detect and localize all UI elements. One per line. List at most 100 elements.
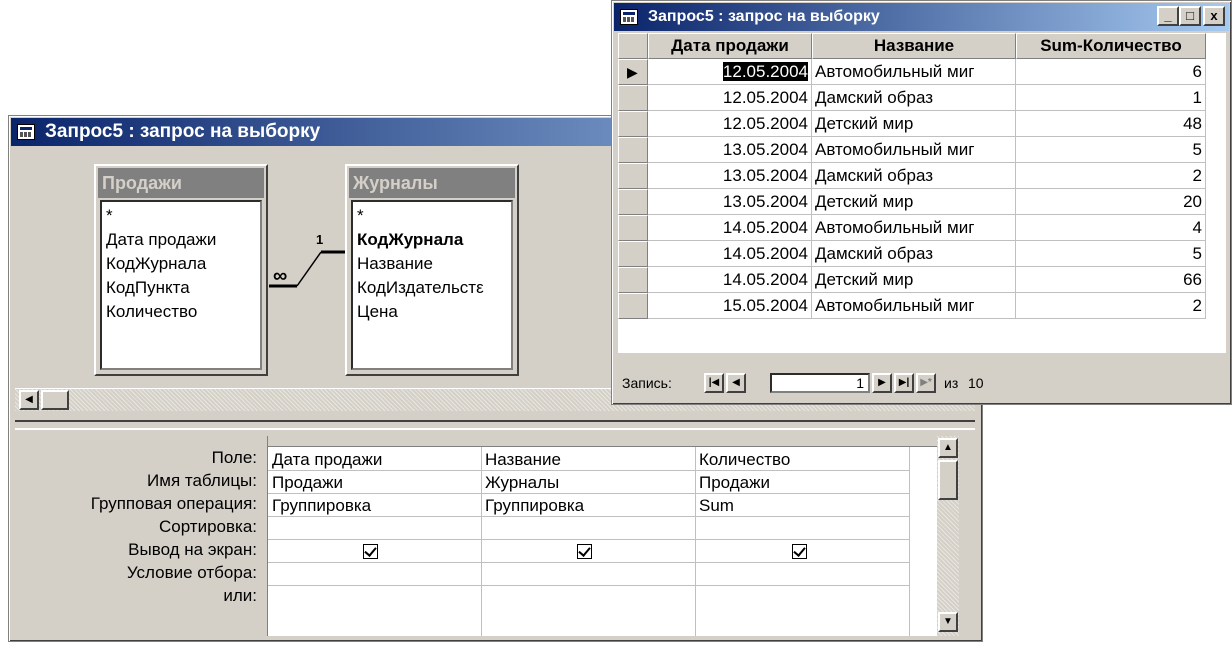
minimize-button[interactable]: _ <box>1157 6 1179 26</box>
cell-name[interactable]: Автомобильный миг <box>812 215 1016 241</box>
cell-sale-date[interactable]: 12.05.2004 <box>648 85 812 111</box>
cell-sum-quantity[interactable]: 2 <box>1016 293 1206 319</box>
field-item-price[interactable]: Цена <box>357 300 507 324</box>
datasheet-row[interactable]: 12.05.2004 Детский мир 48 <box>618 111 1226 137</box>
qbe-sort-cell[interactable] <box>695 517 909 540</box>
qbe-group-cell[interactable]: Группировка <box>481 494 695 517</box>
qbe-vscroll[interactable]: ▲ ▼ <box>937 436 959 636</box>
qbe-field-cell[interactable]: Название <box>481 448 695 471</box>
datasheet-row[interactable]: 14.05.2004 Детский мир 66 <box>618 267 1226 293</box>
field-item-name[interactable]: Название <box>357 252 507 276</box>
header-sum-quantity[interactable]: Sum-Количество <box>1016 33 1206 59</box>
record-number-input[interactable]: 1 <box>770 373 870 393</box>
cell-sale-date[interactable]: 13.05.2004 <box>648 189 812 215</box>
cell-sum-quantity[interactable]: 48 <box>1016 111 1206 137</box>
scroll-down-icon[interactable]: ▼ <box>938 612 958 632</box>
cell-sale-date[interactable]: 12.05.2004 <box>648 59 812 85</box>
cell-name[interactable]: Автомобильный миг <box>812 293 1016 319</box>
datasheet-row[interactable]: 14.05.2004 Автомобильный миг 4 <box>618 215 1226 241</box>
cell-name[interactable]: Дамский образ <box>812 85 1016 111</box>
record-selector[interactable] <box>618 111 648 137</box>
qbe-or-cell[interactable] <box>481 586 695 609</box>
field-item-quantity[interactable]: Количество <box>106 300 256 324</box>
cell-sum-quantity[interactable]: 2 <box>1016 163 1206 189</box>
qbe-column-4[interactable] <box>909 436 938 636</box>
cell-sale-date[interactable]: 13.05.2004 <box>648 163 812 189</box>
cell-name[interactable]: Детский мир <box>812 111 1016 137</box>
column-selector[interactable] <box>481 436 695 447</box>
field-item-publisher-code[interactable]: КодИздательстε <box>357 276 507 300</box>
qbe-criteria-cell[interactable] <box>481 563 695 586</box>
scroll-up-icon[interactable]: ▲ <box>938 438 958 458</box>
new-record-icon[interactable]: ▶* <box>916 373 936 393</box>
record-selector[interactable] <box>618 163 648 189</box>
show-checkbox[interactable] <box>792 544 807 559</box>
record-selector[interactable] <box>618 293 648 319</box>
field-list-title[interactable]: Продажи <box>98 168 264 198</box>
record-selector[interactable] <box>618 267 648 293</box>
cell-sum-quantity[interactable]: 4 <box>1016 215 1206 241</box>
datasheet-row[interactable]: 13.05.2004 Дамский образ 2 <box>618 163 1226 189</box>
field-item-journal-code-key[interactable]: КодЖурнала <box>357 228 507 252</box>
qbe-column-2[interactable]: Название Журналы Группировка <box>481 436 696 636</box>
qbe-table-cell[interactable]: Журналы <box>481 471 695 494</box>
record-selector[interactable] <box>618 189 648 215</box>
qbe-column-1[interactable]: Дата продажи Продажи Группировка <box>268 436 482 636</box>
maximize-button[interactable]: □ <box>1179 6 1201 26</box>
cell-sum-quantity[interactable]: 5 <box>1016 241 1206 267</box>
qbe-table-cell[interactable]: Продажи <box>695 471 909 494</box>
datasheet-row[interactable]: 12.05.2004 Дамский образ 1 <box>618 85 1226 111</box>
cell-sale-date[interactable]: 15.05.2004 <box>648 293 812 319</box>
record-selector[interactable] <box>618 215 648 241</box>
cell-sum-quantity[interactable]: 66 <box>1016 267 1206 293</box>
scroll-left-icon[interactable]: ◀ <box>19 390 39 410</box>
cell-sale-date[interactable]: 14.05.2004 <box>648 267 812 293</box>
cell-name[interactable]: Автомобильный миг <box>812 137 1016 163</box>
column-selector[interactable] <box>268 436 481 447</box>
cell-sale-date[interactable]: 12.05.2004 <box>648 111 812 137</box>
qbe-or-cell[interactable] <box>695 586 909 609</box>
cell-sum-quantity[interactable]: 6 <box>1016 59 1206 85</box>
cell-name[interactable]: Автомобильный миг <box>812 59 1016 85</box>
qbe-criteria-cell[interactable] <box>268 563 481 586</box>
cell-sum-quantity[interactable]: 20 <box>1016 189 1206 215</box>
cell-name[interactable]: Дамский образ <box>812 241 1016 267</box>
field-item-point-code[interactable]: КодПункта <box>106 276 256 300</box>
field-list-prodazhi[interactable]: Продажи * Дата продажи КодЖурнала КодПун… <box>94 164 268 376</box>
column-selector[interactable] <box>695 436 909 447</box>
show-checkbox[interactable] <box>577 544 592 559</box>
record-selector[interactable]: ▶ <box>618 59 648 85</box>
field-item-journal-code[interactable]: КодЖурнала <box>106 252 256 276</box>
field-item-all[interactable]: * <box>106 204 256 228</box>
column-selector[interactable] <box>909 436 938 447</box>
datasheet-row[interactable]: 13.05.2004 Детский мир 20 <box>618 189 1226 215</box>
result-title-bar[interactable]: Запрос5 : запрос на выборку <box>614 3 1229 31</box>
cell-sale-date[interactable]: 14.05.2004 <box>648 241 812 267</box>
last-record-icon[interactable]: ▶| <box>894 373 914 393</box>
pane-splitter[interactable] <box>15 420 975 430</box>
cell-name[interactable]: Детский мир <box>812 189 1016 215</box>
cell-name[interactable]: Дамский образ <box>812 163 1016 189</box>
close-button[interactable]: x <box>1203 6 1225 26</box>
field-list-zhurnaly[interactable]: Журналы * КодЖурнала Название КодИздател… <box>345 164 519 376</box>
qbe-group-cell[interactable]: Группировка <box>268 494 481 517</box>
cell-sale-date[interactable]: 13.05.2004 <box>648 137 812 163</box>
scroll-thumb[interactable] <box>938 460 958 500</box>
prev-record-icon[interactable]: ◀ <box>726 373 746 393</box>
show-checkbox[interactable] <box>363 544 378 559</box>
qbe-sort-cell[interactable] <box>268 517 481 540</box>
datasheet-row[interactable]: 13.05.2004 Автомобильный миг 5 <box>618 137 1226 163</box>
cell-sum-quantity[interactable]: 5 <box>1016 137 1206 163</box>
record-selector[interactable] <box>618 85 648 111</box>
qbe-field-cell[interactable]: Дата продажи <box>268 448 481 471</box>
qbe-table-cell[interactable]: Продажи <box>268 471 481 494</box>
qbe-or-cell[interactable] <box>268 586 481 609</box>
qbe-field-cell[interactable]: Количество <box>695 448 909 471</box>
datasheet-row[interactable]: 15.05.2004 Автомобильный миг 2 <box>618 293 1226 319</box>
field-list-title[interactable]: Журналы <box>349 168 515 198</box>
qbe-criteria-cell[interactable] <box>695 563 909 586</box>
header-name[interactable]: Название <box>812 33 1016 59</box>
first-record-icon[interactable]: |◀ <box>704 373 724 393</box>
qbe-column-3[interactable]: Количество Продажи Sum <box>695 436 910 636</box>
header-sale-date[interactable]: Дата продажи <box>648 33 812 59</box>
